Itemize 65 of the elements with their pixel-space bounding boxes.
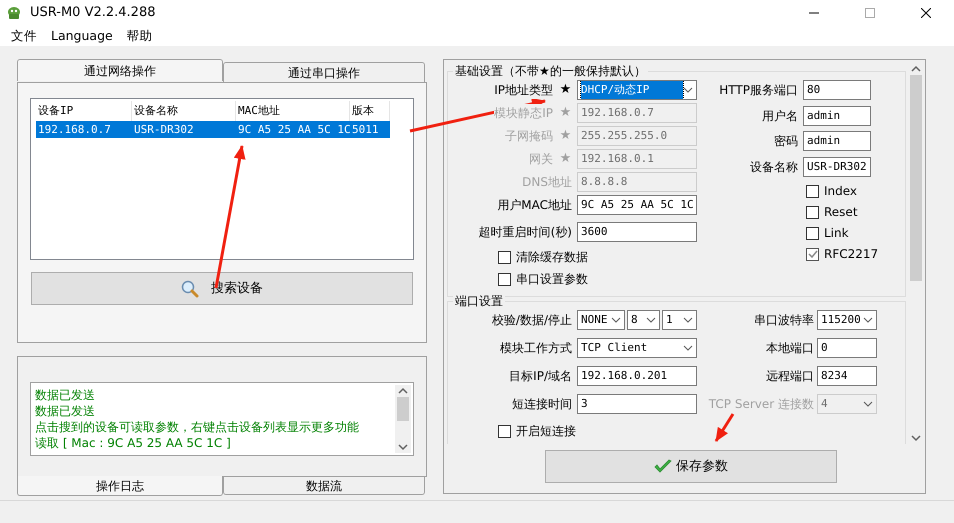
- input-field[interactable]: admin: [803, 131, 871, 151]
- tab[interactable]: 操作日志: [17, 476, 223, 496]
- field-label: IP地址类型: [494, 81, 553, 99]
- window-title: USR-M0 V2.2.4.288: [30, 4, 156, 22]
- input-field[interactable]: 3600: [577, 222, 697, 242]
- close-icon[interactable]: [921, 8, 931, 18]
- app-icon: [6, 5, 22, 21]
- field-label: 超时重启时间(秒): [478, 223, 572, 241]
- checkbox[interactable]: [498, 272, 511, 286]
- checkbox[interactable]: [498, 424, 511, 438]
- log-line: 点击搜到的设备可读取参数，右键点击设备列表显示更多功能: [35, 419, 360, 435]
- tab[interactable]: 数据流: [223, 477, 425, 495]
- field-label: 模块静态IP: [494, 104, 553, 122]
- log-line: 数据已发送: [35, 403, 96, 419]
- save-button[interactable]: 保存参数: [545, 450, 837, 483]
- checkbox[interactable]: [498, 250, 511, 264]
- field-label: HTTP服务端口: [719, 81, 798, 99]
- checkbox[interactable]: [806, 226, 819, 240]
- log-line: 数据已发送: [35, 387, 96, 403]
- field-label: 模块工作方式: [500, 339, 572, 357]
- field-label: 短连接时间: [512, 395, 572, 413]
- field-label: TCP Server 连接数: [708, 395, 814, 413]
- annotation-arrow: [714, 413, 734, 442]
- input-field[interactable]: 0: [817, 338, 877, 358]
- log-line: 读取 [ Mac : 9C A5 25 AA 5C 1C ]: [35, 435, 232, 451]
- field-label: 校验/数据/停止: [492, 311, 572, 329]
- input-field[interactable]: 192.168.0.201: [577, 366, 697, 386]
- checkmark-icon: [654, 458, 672, 474]
- checkbox-label: RFC2217: [824, 246, 878, 263]
- checkbox-label: Reset: [824, 204, 858, 221]
- input-field[interactable]: 9C A5 25 AA 5C 1C: [577, 195, 697, 215]
- menu-item[interactable]: 文件: [4, 26, 44, 46]
- checkbox[interactable]: [806, 184, 819, 198]
- field-label: 子网掩码: [505, 127, 553, 145]
- section-title: 端口设置: [453, 293, 505, 309]
- input-field[interactable]: 80: [803, 80, 871, 100]
- menu-item[interactable]: Language: [44, 26, 120, 46]
- dropdown[interactable]: TCP Client: [577, 338, 697, 358]
- field-label: 串口波特率: [754, 311, 814, 329]
- checkbox-label: 清除缓存数据: [516, 249, 588, 266]
- checkbox-label: Link: [824, 225, 849, 242]
- tab[interactable]: 通过串口操作: [223, 62, 425, 82]
- search-icon: [181, 280, 199, 298]
- field-label: 目标IP/域名: [509, 367, 572, 385]
- field-label: 用户名: [762, 106, 798, 124]
- dropdown[interactable]: DHCP/动态IP: [577, 80, 697, 100]
- checkbox[interactable]: [806, 248, 819, 260]
- table-row[interactable]: 192.168.0.7 USR-DR302 9C A5 25 AA 5C 1C 5011: [36, 121, 390, 138]
- menu-item[interactable]: 帮助: [120, 26, 160, 46]
- section-title: 基础设置（不带★的一般保持默认）: [453, 63, 648, 79]
- checkbox-label: 串口设置参数: [516, 271, 588, 288]
- dropdown[interactable]: 115200: [817, 310, 877, 330]
- input-field[interactable]: 3: [577, 394, 697, 414]
- checkbox-label: 开启短连接: [516, 423, 576, 440]
- dropdown[interactable]: 1: [662, 310, 697, 330]
- dropdown[interactable]: 8: [627, 310, 660, 330]
- tab[interactable]: 通过网络操作: [17, 59, 223, 81]
- checkbox[interactable]: [806, 206, 819, 218]
- scrollbar[interactable]: [395, 385, 411, 453]
- input-field[interactable]: 8234: [817, 366, 877, 386]
- dropdown[interactable]: NONE: [577, 310, 625, 330]
- scrollbar[interactable]: [908, 63, 924, 444]
- input-field[interactable]: USR-DR302: [803, 156, 871, 176]
- checkbox-label: Index: [824, 183, 858, 200]
- input-field[interactable]: admin: [803, 106, 871, 126]
